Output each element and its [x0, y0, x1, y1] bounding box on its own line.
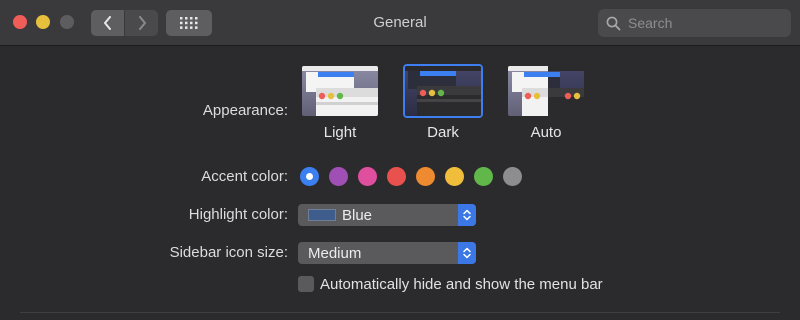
- dark-thumbnail[interactable]: [403, 64, 483, 118]
- divider: [20, 312, 780, 313]
- auto-preview-image: [508, 66, 584, 116]
- auto-hide-menu-bar-checkbox[interactable]: [298, 276, 314, 292]
- highlight-color-label: Highlight color:: [188, 206, 288, 223]
- accent-color-swatch[interactable]: [387, 167, 406, 186]
- appearance-option-label: Auto: [530, 124, 562, 141]
- accent-color-swatch[interactable]: [358, 167, 377, 186]
- appearance-option-auto[interactable]: Auto: [504, 64, 588, 141]
- accent-color-label: Accent color:: [201, 168, 288, 185]
- appearance-option-dark[interactable]: Dark: [401, 64, 485, 141]
- up-down-chevron-icon: [463, 247, 471, 259]
- highlight-color-value: Blue: [342, 206, 373, 224]
- accent-color-swatch[interactable]: [416, 167, 435, 186]
- auto-hide-menu-bar-label[interactable]: Automatically hide and show the menu bar: [320, 276, 603, 293]
- highlight-color-popup[interactable]: Blue: [298, 204, 476, 226]
- search-field[interactable]: [598, 9, 791, 37]
- accent-color-swatch[interactable]: [329, 167, 348, 186]
- dark-preview-image: [405, 66, 481, 116]
- highlight-color-swatch: [308, 209, 336, 221]
- accent-color-swatch[interactable]: [503, 167, 522, 186]
- sidebar-icon-size-popup[interactable]: Medium: [298, 242, 476, 264]
- sidebar-icon-size-value: Medium: [308, 244, 362, 262]
- popup-arrows[interactable]: [458, 204, 476, 226]
- appearance-option-label: Light: [323, 124, 357, 141]
- title-bar: General: [0, 0, 800, 46]
- auto-thumbnail[interactable]: [506, 64, 586, 118]
- light-thumbnail[interactable]: [300, 64, 380, 118]
- accent-color-swatch[interactable]: [300, 167, 319, 186]
- appearance-option-label: Dark: [427, 124, 459, 141]
- appearance-label: Appearance:: [202, 102, 288, 119]
- accent-color-swatch[interactable]: [474, 167, 493, 186]
- popup-arrows[interactable]: [458, 242, 476, 264]
- light-preview-image: [302, 66, 378, 116]
- sidebar-icon-size-label: Sidebar icon size:: [169, 244, 288, 261]
- search-input[interactable]: [626, 14, 780, 32]
- search-icon: [606, 16, 621, 30]
- accent-color-swatch[interactable]: [445, 167, 464, 186]
- appearance-option-light[interactable]: Light: [298, 64, 382, 141]
- up-down-chevron-icon: [463, 209, 471, 221]
